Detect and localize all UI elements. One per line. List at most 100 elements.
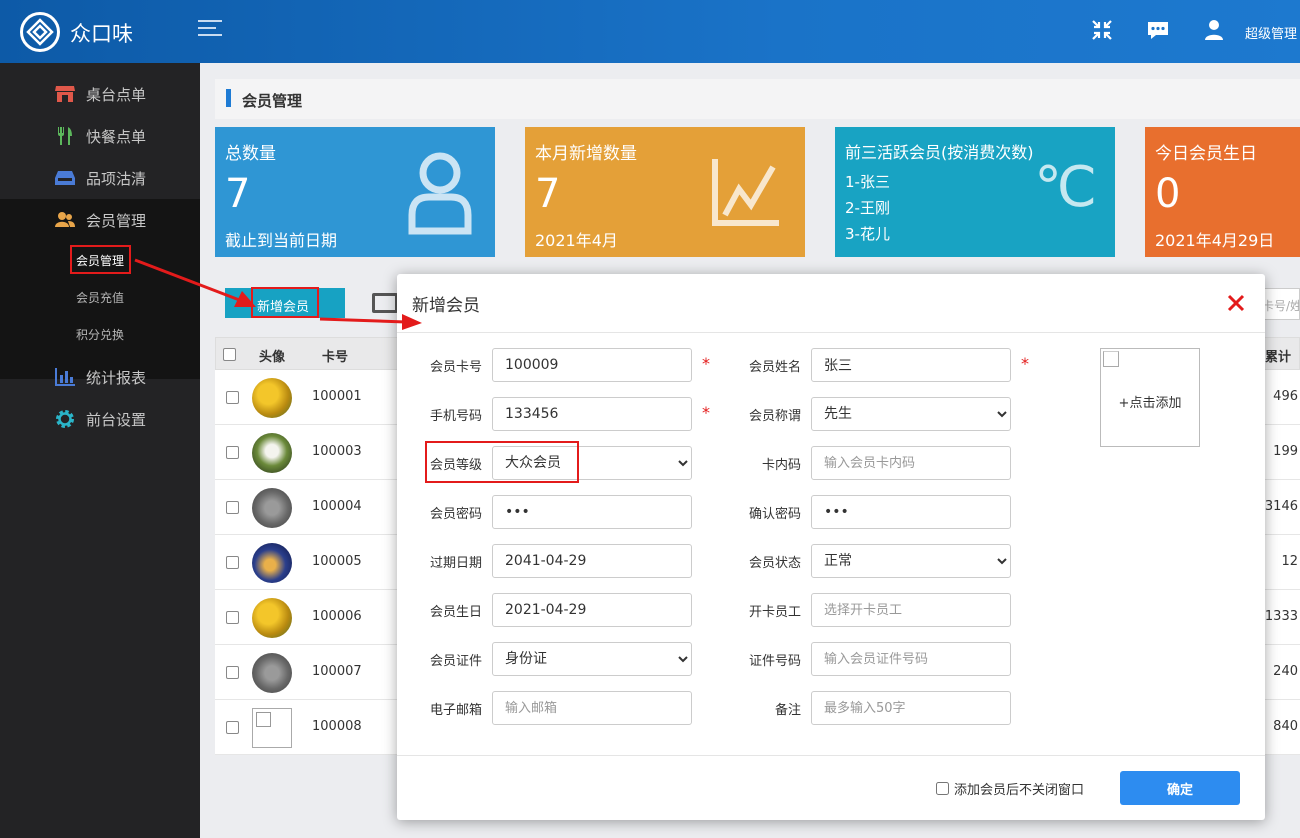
- users-icon: [54, 209, 76, 231]
- gear-icon: [54, 408, 76, 430]
- utensils-icon: [54, 125, 76, 147]
- annotation-box-sidebar: [70, 245, 131, 274]
- total-cell: 3146: [1264, 499, 1298, 514]
- collapse-icon[interactable]: [1090, 18, 1116, 44]
- annotation-arrow-icon: [319, 314, 422, 330]
- user-icon[interactable]: [1202, 18, 1228, 44]
- row-checkbox[interactable]: [226, 391, 239, 404]
- card-no-cell: 100004: [312, 499, 362, 514]
- card-title: 今日会员生日: [1155, 144, 1257, 164]
- card-code-input[interactable]: [811, 446, 1011, 480]
- confirm-button[interactable]: 确定: [1120, 771, 1240, 805]
- avatar: [252, 653, 292, 693]
- birthday-input[interactable]: [492, 593, 692, 627]
- expire-date-input[interactable]: [492, 544, 692, 578]
- password-label: 会员密码: [429, 507, 482, 522]
- id-no-input[interactable]: [811, 642, 1011, 676]
- menu-toggle-icon[interactable]: [198, 20, 222, 42]
- required-mark: *: [702, 354, 710, 373]
- total-cell: 12: [1281, 554, 1298, 569]
- stat-card-birthday: 今日会员生日 0 2021年4月29日: [1145, 127, 1300, 257]
- sidebar-sub-member-recharge[interactable]: 会员充值: [76, 289, 124, 306]
- top-bar: 众口味 超级管理: [0, 0, 1300, 63]
- sidebar-item-label: 品项沽清: [86, 170, 147, 188]
- header-card-no: 卡号: [322, 350, 349, 365]
- stat-card-total: 总数量 7 截止到当前日期: [215, 127, 495, 257]
- brand-logo-icon: [20, 12, 60, 52]
- required-mark: *: [1021, 354, 1029, 373]
- card-value: 7: [225, 171, 251, 217]
- total-cell: 496: [1273, 389, 1298, 404]
- sidebar-item-reports[interactable]: 统计报表: [0, 356, 200, 398]
- card-no-input[interactable]: [492, 348, 692, 382]
- name-label: 会员姓名: [748, 360, 801, 375]
- row-checkbox[interactable]: [226, 501, 239, 514]
- sidebar-item-members[interactable]: 会员管理: [0, 199, 200, 241]
- phone-label: 手机号码: [429, 409, 482, 424]
- avatar: [252, 708, 292, 748]
- avatar: [252, 598, 292, 638]
- sidebar-item-table-order[interactable]: 桌台点单: [0, 73, 200, 115]
- title-select[interactable]: 先生: [811, 397, 1011, 431]
- phone-input[interactable]: [492, 397, 692, 431]
- card-no-label: 会员卡号: [429, 360, 482, 375]
- photo-upload[interactable]: +点击添加: [1100, 348, 1200, 447]
- message-icon[interactable]: [1146, 18, 1172, 44]
- avatar: [252, 378, 292, 418]
- row-checkbox[interactable]: [226, 721, 239, 734]
- card-code-label: 卡内码: [761, 458, 801, 473]
- avatar: [252, 543, 292, 583]
- total-cell: 240: [1273, 664, 1298, 679]
- card-line: 2-王刚: [845, 199, 890, 217]
- id-type-select[interactable]: 身份证: [492, 642, 692, 676]
- box-icon: [54, 167, 76, 189]
- page-title: 会员管理: [242, 92, 303, 110]
- total-cell: 840: [1273, 719, 1298, 734]
- remark-input[interactable]: [811, 691, 1011, 725]
- sidebar-item-fast-order[interactable]: 快餐点单: [0, 115, 200, 157]
- photo-upload-label: +点击添加: [1118, 396, 1182, 411]
- password-input[interactable]: [492, 495, 692, 529]
- sidebar-item-label: 会员管理: [86, 212, 147, 230]
- avatar: [252, 488, 292, 528]
- status-select[interactable]: 正常: [811, 544, 1011, 578]
- row-checkbox[interactable]: [226, 666, 239, 679]
- header-avatar: 头像: [259, 350, 286, 365]
- sidebar-sub-points-exchange[interactable]: 积分兑换: [76, 326, 124, 343]
- name-input[interactable]: [811, 348, 1011, 382]
- select-all-checkbox[interactable]: [223, 348, 236, 361]
- sidebar-item-label: 前台设置: [86, 411, 147, 429]
- annotation-box-level: [425, 441, 579, 483]
- card-title: 前三活跃会员(按消费次数): [845, 143, 1034, 162]
- remark-label: 备注: [774, 703, 801, 718]
- keep-open-label: 添加会员后不关闭窗口: [954, 783, 1085, 798]
- stat-card-top-active: 前三活跃会员(按消费次数) 1-张三 2-王刚 3-花儿 ℃: [835, 127, 1115, 257]
- card-no-cell: 100001: [312, 389, 362, 404]
- sidebar-item-label: 统计报表: [86, 369, 147, 387]
- admin-label[interactable]: 超级管理: [1245, 23, 1297, 42]
- keep-open-option[interactable]: 添加会员后不关闭窗口: [936, 779, 1084, 798]
- close-icon[interactable]: [1227, 294, 1247, 314]
- row-checkbox[interactable]: [226, 611, 239, 624]
- brand-name: 众口味: [70, 22, 133, 46]
- title-label: 会员称谓: [748, 409, 801, 424]
- keep-open-checkbox[interactable]: [936, 782, 949, 795]
- sidebar: 桌台点单 快餐点单 品项沽清 会员管理 会员管理 会员充值 积分兑换 统计报表 …: [0, 63, 200, 838]
- staff-input[interactable]: [811, 593, 1011, 627]
- row-checkbox[interactable]: [226, 556, 239, 569]
- bar-chart-icon: [54, 366, 76, 388]
- row-checkbox[interactable]: [226, 446, 239, 459]
- staff-label: 开卡员工: [748, 605, 801, 620]
- status-label: 会员状态: [748, 556, 801, 571]
- sidebar-item-sold-out[interactable]: 品项沽清: [0, 157, 200, 199]
- page-header: 会员管理: [215, 79, 1300, 119]
- id-no-label: 证件号码: [748, 654, 801, 669]
- confirm-password-input[interactable]: [811, 495, 1011, 529]
- email-input[interactable]: [492, 691, 692, 725]
- annotation-arrow-icon: [134, 258, 256, 307]
- sidebar-item-label: 快餐点单: [86, 128, 147, 146]
- card-sub: 截止到当前日期: [225, 231, 338, 250]
- sidebar-item-settings[interactable]: 前台设置: [0, 398, 200, 440]
- expire-label: 过期日期: [429, 556, 482, 571]
- sidebar-item-label: 桌台点单: [86, 86, 147, 104]
